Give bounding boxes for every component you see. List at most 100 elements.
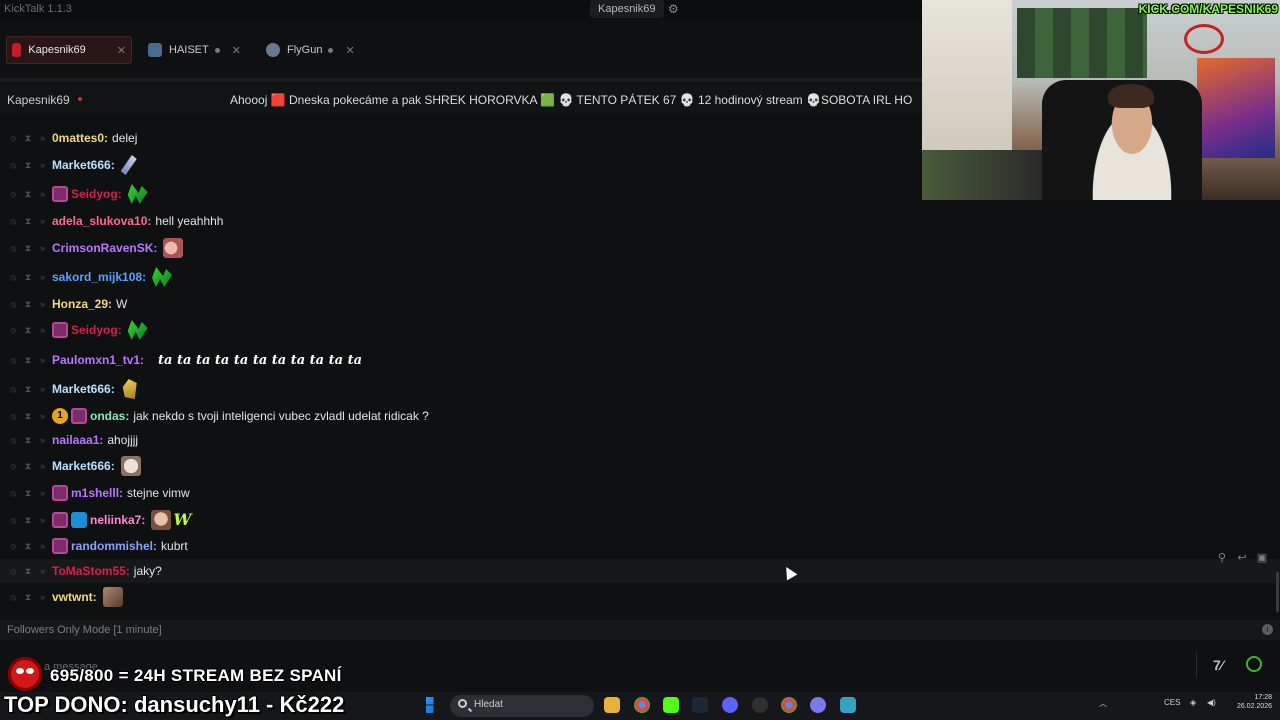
info-icon[interactable]: i [1262,624,1273,635]
file-explorer-icon[interactable] [604,697,620,713]
corn-emote-icon[interactable] [122,379,137,399]
kick-icon[interactable] [663,697,679,713]
username[interactable]: Seidyog [71,187,118,201]
reply-icon[interactable]: » [37,384,49,395]
titlebar-user-button[interactable]: Kapesnik69 [590,0,664,18]
chat-message[interactable]: ⦸ ⧗» ToMaStom55: jaky? ⚲ ↩ ▣ [0,552,1280,583]
timeout-icon[interactable]: ⧗ [22,216,34,227]
reply-icon[interactable]: » [37,160,49,171]
tab-kapesnik69[interactable]: Kapesnik69 ✕ [6,36,132,64]
ban-icon[interactable]: ⦸ [7,541,19,552]
face-emote-icon[interactable] [151,510,172,530]
username[interactable]: 0mattes0 [52,131,104,145]
ban-icon[interactable]: ⦸ [7,216,19,227]
close-icon[interactable]: ✕ [117,44,126,57]
discord-icon[interactable] [722,697,738,713]
scrollbar[interactable] [1276,572,1279,612]
timeout-icon[interactable]: ⧗ [22,272,34,283]
network-icon[interactable]: ◈ [1190,698,1196,707]
timeout-icon[interactable]: ⧗ [22,133,34,144]
obs-icon[interactable] [752,697,768,713]
chat-message[interactable]: ⦸ ⧗» CrimsonRavenSK: [0,236,1280,260]
chat-message[interactable]: ⦸ ⧗» sakord_mijk108: [0,265,1280,289]
timeout-icon[interactable]: ⧗ [22,541,34,552]
username[interactable]: Seidyog [71,323,118,337]
username[interactable]: randommishel [71,539,153,553]
pig-emote-icon[interactable] [163,238,184,258]
copy-icon[interactable]: ▣ [1256,551,1268,564]
timeout-icon[interactable]: ⧗ [22,189,34,200]
reply-icon[interactable]: » [37,515,49,526]
timeout-icon[interactable]: ⧗ [22,566,34,577]
reply-icon[interactable]: » [37,133,49,144]
username[interactable]: neliinka7 [90,513,141,527]
ban-icon[interactable]: ⦸ [7,592,19,603]
timeout-icon[interactable]: ⧗ [22,488,34,499]
tab-haiset[interactable]: HAISET ✕ [142,36,248,64]
username[interactable]: CrimsonRavenSK [52,241,153,255]
chat-message[interactable]: ⦸ ⧗» vwtwnt: [0,585,1280,609]
username[interactable]: Market666 [52,459,111,473]
volume-icon[interactable]: ◀) [1207,698,1216,707]
taskbar-search[interactable]: Hledat [450,695,594,717]
brush-emote-icon[interactable] [120,155,137,175]
chat-message[interactable]: ⦸ ⧗» 1 ondas: jak nekdo s tvoji inteligenci … [0,404,1280,428]
username[interactable]: sakord_mijk108 [52,270,142,284]
ban-icon[interactable]: ⦸ [7,243,19,254]
timeout-icon[interactable]: ⧗ [22,355,34,366]
windows-start-icon[interactable] [426,697,434,713]
username[interactable]: Market666 [52,382,111,396]
reply-icon[interactable]: » [37,355,49,366]
clock[interactable]: 17:28 26.02.2026 [1228,693,1272,711]
ban-icon[interactable]: ⦸ [7,133,19,144]
reply-icon[interactable]: » [37,592,49,603]
username[interactable]: ToMaStom55 [52,564,126,578]
chat-message[interactable]: ⦸ ⧗» m1shelll: stejne vimw [0,481,1280,505]
username[interactable]: vwtwnt [52,590,93,604]
img2-emote-icon[interactable] [102,587,123,607]
ban-icon[interactable]: ⦸ [7,355,19,366]
username[interactable]: Market666 [52,158,111,172]
reply-icon[interactable]: » [37,272,49,283]
username[interactable]: adela_slukova10 [52,214,147,228]
app-icon[interactable] [810,697,826,713]
emote-picker-icon[interactable] [1246,656,1262,672]
chrome-profile-icon[interactable] [781,697,797,713]
ban-icon[interactable]: ⦸ [7,384,19,395]
pale-emote-icon[interactable] [120,456,141,476]
ban-icon[interactable]: ⦸ [7,299,19,310]
green-emote-icon[interactable] [127,184,148,204]
timeout-icon[interactable]: ⧗ [22,160,34,171]
reply-icon[interactable]: » [37,566,49,577]
ban-icon[interactable]: ⦸ [7,160,19,171]
close-icon[interactable]: ✕ [232,44,241,57]
ban-icon[interactable]: ⦸ [7,461,19,472]
timeout-icon[interactable]: ⧗ [22,384,34,395]
reply-icon[interactable]: » [37,216,49,227]
translate-icon[interactable]: 7⁄ [1213,657,1223,673]
timeout-icon[interactable]: ⧗ [22,515,34,526]
green-emote-icon[interactable] [127,320,148,340]
timeout-icon[interactable]: ⧗ [22,411,34,422]
settings-gear-icon[interactable]: ⚙ [668,2,679,16]
reply-icon[interactable]: » [37,411,49,422]
tab-flygun[interactable]: FlyGun ✕ [260,36,364,64]
channel-name[interactable]: Kapesnik69 [7,93,70,107]
reply-icon[interactable]: » [37,488,49,499]
ban-icon[interactable]: ⦸ [7,488,19,499]
reply-icon[interactable]: » [37,189,49,200]
reply-icon[interactable]: » [37,325,49,336]
close-icon[interactable]: ✕ [345,44,354,57]
ban-icon[interactable]: ⦸ [7,272,19,283]
chat-message[interactable]: ⦸ ⧗» Seidyog: [0,318,1280,342]
reply-icon[interactable]: » [37,299,49,310]
reply-arrow-icon[interactable]: ↩ [1236,551,1248,564]
ban-icon[interactable]: ⦸ [7,515,19,526]
ban-icon[interactable]: ⦸ [7,189,19,200]
w-emote-icon[interactable]: W [173,510,195,530]
chat-message[interactable]: ⦸ ⧗» nailaaa1: ahojjjj [0,428,1280,452]
green-emote-icon[interactable] [152,267,173,287]
ban-icon[interactable]: ⦸ [7,411,19,422]
language-indicator[interactable]: CES [1164,698,1180,707]
username[interactable]: Paulomxn1_tv1 [52,353,140,367]
